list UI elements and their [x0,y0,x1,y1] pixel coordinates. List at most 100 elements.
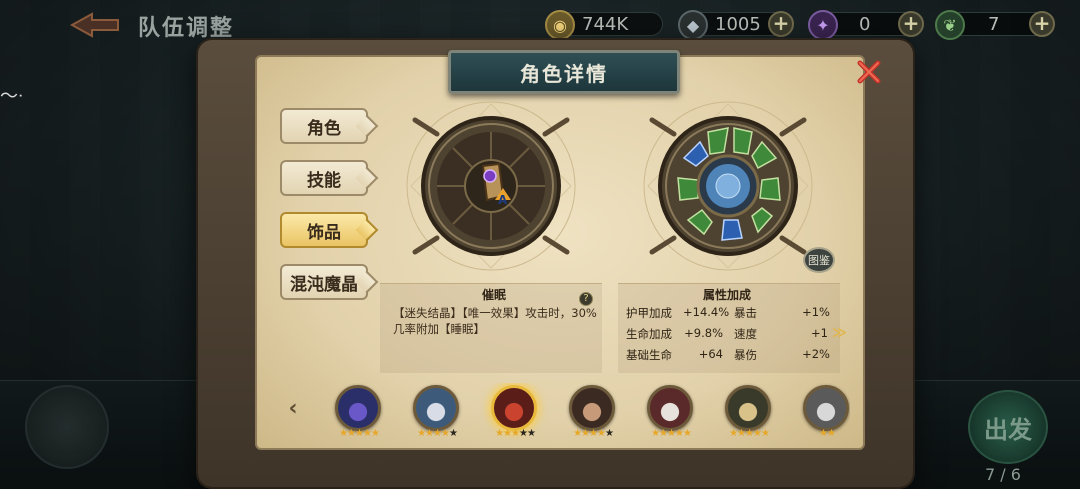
star-icon: ★ [674,428,684,439]
star-icon: ★ [425,428,434,439]
star-icon: ★ [604,428,614,439]
hero-card-scholar[interactable]: ★★★★★ [402,383,472,441]
tab-character[interactable]: 角色 [280,108,368,144]
stamina-icon: ❦ [935,10,965,40]
stat-speed-label: 速度 [734,327,757,341]
panel-title-banner: 角色详情 [448,50,680,94]
tab-label: 混沌魔晶 [290,274,358,295]
star-icon: ★ [760,428,770,439]
back-arrow-icon [69,12,119,38]
stat-armor-label: 护甲加成 [626,306,672,320]
hero-portrait [725,385,771,431]
add-gems-button[interactable]: + [768,11,794,37]
hero-portrait [491,385,537,431]
crystal-icon: ✦ [808,10,838,40]
gem-resource: 1005 ◆ + [678,10,794,40]
star-icon: ★ [339,428,348,439]
star-icon: ★ [745,428,754,439]
star-icon: ★ [819,428,828,439]
hero-card-jester[interactable]: ★★★★★ [636,383,706,441]
tab-label: 角色 [307,118,341,139]
dpad-control[interactable] [25,385,109,469]
gallery-label: 图鉴 [808,254,830,267]
accessory-name: 催眠 [482,288,507,302]
hero-stars: ★★★★★ [558,428,628,439]
stat-hp-bonus-value: +9.8% [684,326,723,340]
gallery-button[interactable]: 图鉴 [803,247,835,273]
star-icon: ★ [370,428,380,439]
star-icon: ★ [433,428,442,439]
gold-coin-icon: ◉ [545,10,575,40]
start-button[interactable]: 出发 [968,390,1048,464]
more-stats-arrow-icon[interactable]: ≫ [832,325,847,341]
hero-stars: ★★ [792,428,850,439]
star-icon: ★ [827,428,836,439]
crystal-resource: 0 ✦ + [808,10,924,40]
hero-strip: ★★★★★ ★★★★★ ★★★★★ ★★★★★ ★★★★★ ★★★★★ ★★ [278,383,850,441]
hero-portrait [413,385,459,431]
hero-card-witch[interactable]: ★★★★★ [324,383,394,441]
start-label: 出发 [984,415,1032,444]
star-icon: ★ [503,428,512,439]
add-crystal-button[interactable]: + [898,11,924,37]
attributes-title: 属性加成 [703,288,752,302]
hero-portrait [647,385,693,431]
star-icon: ★ [518,428,528,439]
hero-card-red-hood[interactable]: ★★★★★ [480,383,550,441]
hero-card-angel[interactable]: ★★★★★ [714,383,784,441]
star-icon: ★ [737,428,746,439]
add-stamina-button[interactable]: + [1029,11,1055,37]
star-icon: ★ [729,428,738,439]
stat-speed-value: +1 [811,326,828,340]
gem-amount: 1005 [715,13,761,35]
stat-base-hp-value: +64 [698,347,723,361]
stat-crit-label: 暴击 [734,306,757,320]
hero-stars: ★★★★★ [324,428,394,439]
star-icon: ★ [589,428,598,439]
hero-stars: ★★★★★ [636,428,706,439]
hero-stars: ★★★★★ [480,428,550,439]
accessory-wheel: A [375,100,607,275]
tab-skills[interactable]: 技能 [280,160,368,196]
hero-stars: ★★★★★ [714,428,784,439]
stat-base-hp-label: 基础生命 [626,348,672,362]
hero-portrait [569,385,615,431]
gold-resource: 744K ◉ [545,10,663,40]
hero-portrait [335,385,381,431]
hero-card-gentleman[interactable]: ★★★★★ [558,383,628,441]
stamina-amount: 7 [988,13,1000,35]
close-icon [857,60,881,84]
star-icon: ★ [495,428,504,439]
stamina-resource: 7 ❦ + [935,10,1055,40]
star-icon: ★ [440,428,450,439]
tab-label: 饰品 [307,222,341,243]
star-icon: ★ [526,428,536,439]
panel-title: 角色详情 [520,61,608,86]
gem-icon: ◆ [678,10,708,40]
stat-crit-value: +1% [802,305,830,319]
hero-portrait [803,385,849,431]
star-icon: ★ [417,428,426,439]
hero-stars: ★★★★★ [402,428,472,439]
help-icon[interactable]: ? [579,292,593,306]
stat-armor-value: +14.4% [683,305,730,319]
stat-hp-bonus-label: 生命加成 [626,327,672,341]
star-icon: ★ [347,428,356,439]
star-icon: ★ [355,428,364,439]
team-count: 7 / 6 [985,465,1021,484]
tab-chaos-crystal[interactable]: 混沌魔晶 [280,264,368,300]
hero-card-partial[interactable]: ★★ [792,383,850,441]
star-icon: ★ [659,428,668,439]
gold-amount: 744K [582,13,629,35]
tab-accessory[interactable]: 饰品 [280,212,368,248]
tab-label: 技能 [307,170,341,191]
stat-crit-dmg-label: 暴伤 [734,348,757,362]
star-icon: ★ [511,428,520,439]
left-edge-icon: 〜ᐧ [0,86,23,107]
accessory-description: 【迷失结晶】【唯一效果】攻击时，30%几率附加【睡眠】 [393,306,597,336]
star-icon: ★ [752,428,762,439]
back-button[interactable] [69,12,120,38]
star-icon: ★ [362,428,372,439]
close-button[interactable] [855,58,883,86]
svg-text:A: A [498,193,508,207]
